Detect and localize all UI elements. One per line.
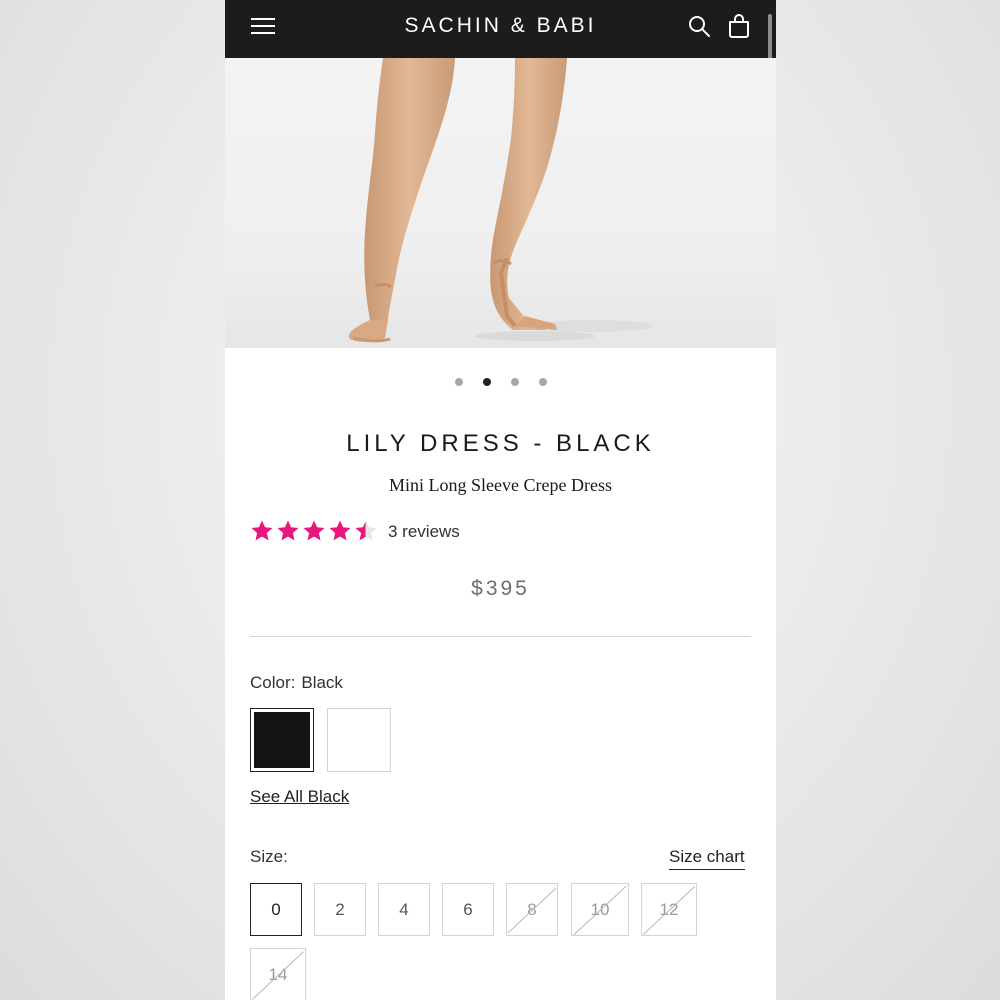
reviews-link[interactable]: 3 reviews: [388, 522, 460, 542]
size-label: Size:: [250, 847, 288, 866]
top-navigation-bar: SACHIN & BABI: [225, 0, 776, 116]
color-swatch-black[interactable]: [250, 708, 314, 772]
product-image[interactable]: [225, 58, 776, 348]
size-option-12-sold-out[interactable]: 12: [641, 883, 697, 936]
size-option-8-sold-out[interactable]: 8: [506, 883, 558, 936]
color-swatch-white[interactable]: [327, 708, 391, 772]
swatch-fill: [254, 712, 310, 768]
star-rating[interactable]: [250, 519, 380, 545]
gallery-dot[interactable]: [454, 378, 463, 386]
divider: [250, 636, 751, 637]
see-all-black-link[interactable]: See All Black: [250, 787, 349, 807]
star-icon: [303, 520, 325, 541]
gallery-dot[interactable]: [510, 378, 519, 386]
product-price: $395: [471, 577, 530, 600]
gallery-dot[interactable]: [538, 378, 547, 386]
gallery-dot-active[interactable]: [482, 378, 491, 386]
half-star-icon: [355, 520, 377, 541]
size-option-0[interactable]: 0: [250, 883, 302, 936]
gallery-dots: [225, 378, 776, 386]
legs-sandals-photo: [348, 58, 653, 343]
star-icon: [251, 520, 273, 541]
product-page: SACHIN & BABI LILY DRESS - BLACK Mini Lo…: [225, 0, 776, 1000]
size-option-2[interactable]: 2: [314, 883, 366, 936]
color-label-text: Color:: [250, 673, 296, 692]
size-option-14-sold-out[interactable]: 14: [250, 948, 306, 1000]
color-label: Color: Black: [250, 673, 343, 693]
selected-color-value: Black: [301, 673, 343, 692]
size-option-10-sold-out[interactable]: 10: [571, 883, 629, 936]
size-option-6[interactable]: 6: [442, 883, 494, 936]
size-chart-link[interactable]: Size chart: [669, 847, 745, 870]
size-option-4[interactable]: 4: [378, 883, 430, 936]
product-title: LILY DRESS - BLACK: [346, 430, 655, 457]
star-icon: [329, 520, 351, 541]
star-icon: [277, 520, 299, 541]
bag-icon[interactable]: [727, 13, 751, 39]
search-icon[interactable]: [687, 14, 711, 38]
product-subtitle: Mini Long Sleeve Crepe Dress: [389, 475, 612, 495]
